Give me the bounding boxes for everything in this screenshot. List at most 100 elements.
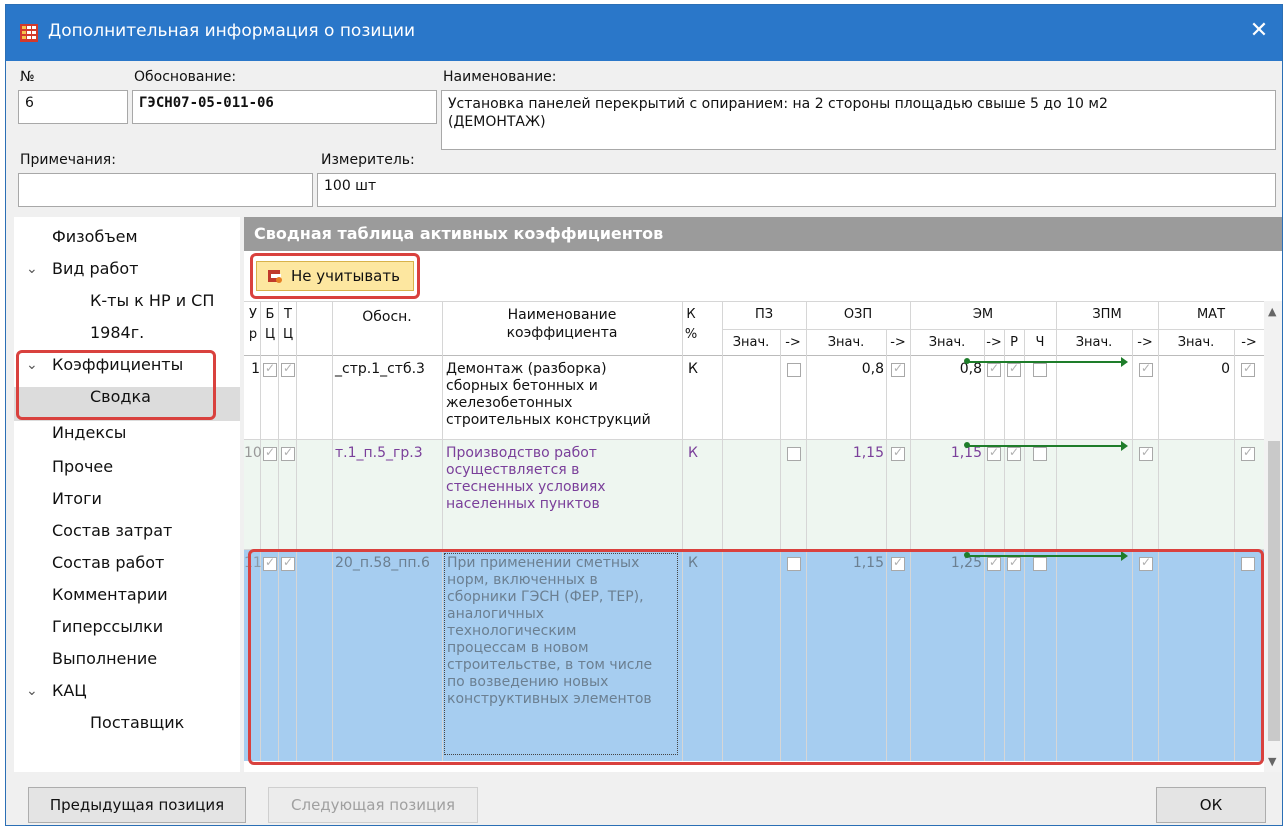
nav-item-fizobem[interactable]: Физобъем: [52, 227, 138, 246]
scroll-thumb[interactable]: [1268, 441, 1280, 741]
row-2-em-r-checkbox[interactable]: [1007, 445, 1021, 461]
nav-item-prochee[interactable]: Прочее: [52, 457, 113, 476]
chevron-down-icon[interactable]: ⌄: [26, 357, 38, 373]
row-1-mat-checkbox[interactable]: [1241, 361, 1255, 377]
row-1-name: Демонтаж (разборка) сборных бетонных и ж…: [446, 361, 651, 429]
col-header-zpm-arrow: ->: [1137, 335, 1153, 350]
row-3-em-r-checkbox[interactable]: [1007, 555, 1021, 571]
ok-button[interactable]: ОК: [1156, 787, 1266, 823]
name-field[interactable]: Установка панелей перекрытий с опиранием…: [441, 90, 1276, 150]
grid-line: [780, 329, 781, 761]
nav-item-sostav-rabot[interactable]: Состав работ: [52, 553, 164, 572]
close-icon[interactable]: ✕: [1244, 15, 1274, 47]
row-3-em-ch-checkbox[interactable]: [1033, 557, 1047, 571]
row-1-bc-checkbox[interactable]: [263, 361, 277, 377]
row-1-ozp-checkbox[interactable]: [891, 361, 905, 377]
name-line-2: (ДЕМОНТАЖ): [448, 114, 546, 130]
chevron-down-icon[interactable]: ⌄: [26, 261, 38, 277]
name-label: Наименование:: [443, 69, 557, 85]
row-1-basis: _стр.1_стб.3: [335, 361, 425, 377]
nav-item-indeksy[interactable]: Индексы: [52, 423, 126, 442]
col-header-ozp-arrow: ->: [890, 335, 906, 350]
prev-position-button[interactable]: Предыдущая позиция: [28, 787, 246, 823]
next-position-button[interactable]: Следующая позиция: [268, 787, 478, 823]
row-1-em-value: 0,8: [959, 361, 982, 377]
grid-line: [886, 329, 887, 761]
nav-item-postavshik[interactable]: Поставщик: [90, 713, 184, 732]
basis-field[interactable]: ГЭСН07-05-011-06: [132, 90, 437, 124]
row-3-k: К: [688, 555, 698, 571]
row-1-k: К: [688, 361, 698, 377]
grid-line: [1024, 329, 1025, 761]
row-2-em-arrow-checkbox[interactable]: [987, 445, 1001, 461]
row-3-bc-checkbox[interactable]: [263, 555, 277, 571]
grid-line: [278, 301, 279, 761]
row-3-mat-checkbox[interactable]: [1241, 557, 1255, 571]
row-1-mat-value: 0: [1221, 361, 1230, 377]
grid-line: [296, 301, 297, 761]
row-2-name-line: Производство работ: [446, 445, 597, 461]
row-2-em-value: 1,15: [950, 445, 982, 461]
nav-item-vid-rabot[interactable]: Вид работ: [52, 259, 138, 278]
vertical-scrollbar[interactable]: ▲ ▼: [1264, 301, 1282, 772]
row-3-basis: 20_п.58_пп.6: [335, 555, 430, 571]
row-2-em-ch-checkbox[interactable]: [1033, 447, 1047, 461]
grid-line: [332, 301, 333, 761]
grid-line: [1056, 301, 1057, 761]
chevron-down-icon[interactable]: ⌄: [26, 683, 38, 699]
row-2-bc-checkbox[interactable]: [263, 445, 277, 461]
nav-item-svodka[interactable]: Сводка: [90, 387, 151, 406]
grid-line: [722, 329, 1264, 330]
row-2-tc-checkbox[interactable]: [281, 445, 295, 461]
col-header-mat-arrow: ->: [1241, 335, 1257, 350]
nav-item-kac[interactable]: КАЦ: [52, 681, 87, 700]
row-2-mat-checkbox[interactable]: [1241, 445, 1255, 461]
grid-line: [722, 301, 723, 761]
row-2-level: 10: [244, 445, 262, 461]
row-1-ozp-value: 0,8: [861, 361, 884, 377]
nav-item-kommentarii[interactable]: Комментарии: [52, 585, 168, 604]
row-3-ozp-value: 1,15: [852, 555, 884, 571]
row-2-name-line: стесненных условиях: [446, 479, 606, 495]
unit-field[interactable]: 100 шт: [317, 173, 1276, 207]
nav-item-sostav-zatrat[interactable]: Состав затрат: [52, 521, 172, 540]
row-1-tc-checkbox[interactable]: [281, 361, 295, 377]
row-1-em-arrow-checkbox[interactable]: [987, 361, 1001, 377]
row-1-em-ch-checkbox[interactable]: [1033, 363, 1047, 377]
notes-field[interactable]: [18, 173, 313, 207]
scroll-down-icon[interactable]: ▼: [1268, 755, 1276, 768]
col-header-em-arrow: ->: [986, 335, 1002, 350]
row-2-zpm-checkbox[interactable]: [1139, 445, 1153, 461]
grid-line: [260, 301, 261, 761]
row-1-pz-checkbox[interactable]: [787, 363, 801, 377]
nav-item-koefficienty[interactable]: Коэффициенты: [52, 355, 183, 374]
num-field[interactable]: 6: [18, 90, 128, 124]
row-3-pz-checkbox[interactable]: [787, 557, 801, 571]
row-1-name-line: Демонтаж (разборка): [446, 361, 607, 377]
row-3-em-arrow-checkbox[interactable]: [987, 555, 1001, 571]
row-2-ozp-checkbox[interactable]: [891, 445, 905, 461]
grid-line: [1004, 329, 1005, 761]
name-line-1: Установка панелей перекрытий с опиранием…: [448, 96, 1108, 112]
nav-item-itogi[interactable]: Итоги: [52, 489, 102, 508]
row-3-name-line: При применении сметных: [447, 555, 640, 571]
nav-item-kt-nr-sp[interactable]: К-ты к НР и СП: [90, 291, 214, 310]
window-title: Дополнительная информация о позиции: [48, 21, 416, 41]
row-2-k: К: [688, 445, 698, 461]
scroll-up-icon[interactable]: ▲: [1268, 305, 1276, 318]
grid-line: [1132, 329, 1133, 761]
row-3-name-line: аналогичных: [447, 606, 545, 622]
nav-item-1984[interactable]: 1984г.: [90, 323, 144, 342]
grid-line: [244, 549, 1264, 550]
row-3-zpm-checkbox[interactable]: [1139, 555, 1153, 571]
row-3-ozp-checkbox[interactable]: [891, 555, 905, 571]
grid-line: [984, 329, 985, 761]
row-1-zpm-checkbox[interactable]: [1139, 361, 1153, 377]
nav-item-giperssylki[interactable]: Гиперссылки: [52, 617, 163, 636]
row-2-ozp-value: 1,15: [852, 445, 884, 461]
nav-item-vypolnenie[interactable]: Выполнение: [52, 649, 157, 668]
row-1-em-r-checkbox[interactable]: [1007, 361, 1021, 377]
grid-line: [682, 301, 683, 761]
row-2-pz-checkbox[interactable]: [787, 447, 801, 461]
row-3-tc-checkbox[interactable]: [281, 555, 295, 571]
